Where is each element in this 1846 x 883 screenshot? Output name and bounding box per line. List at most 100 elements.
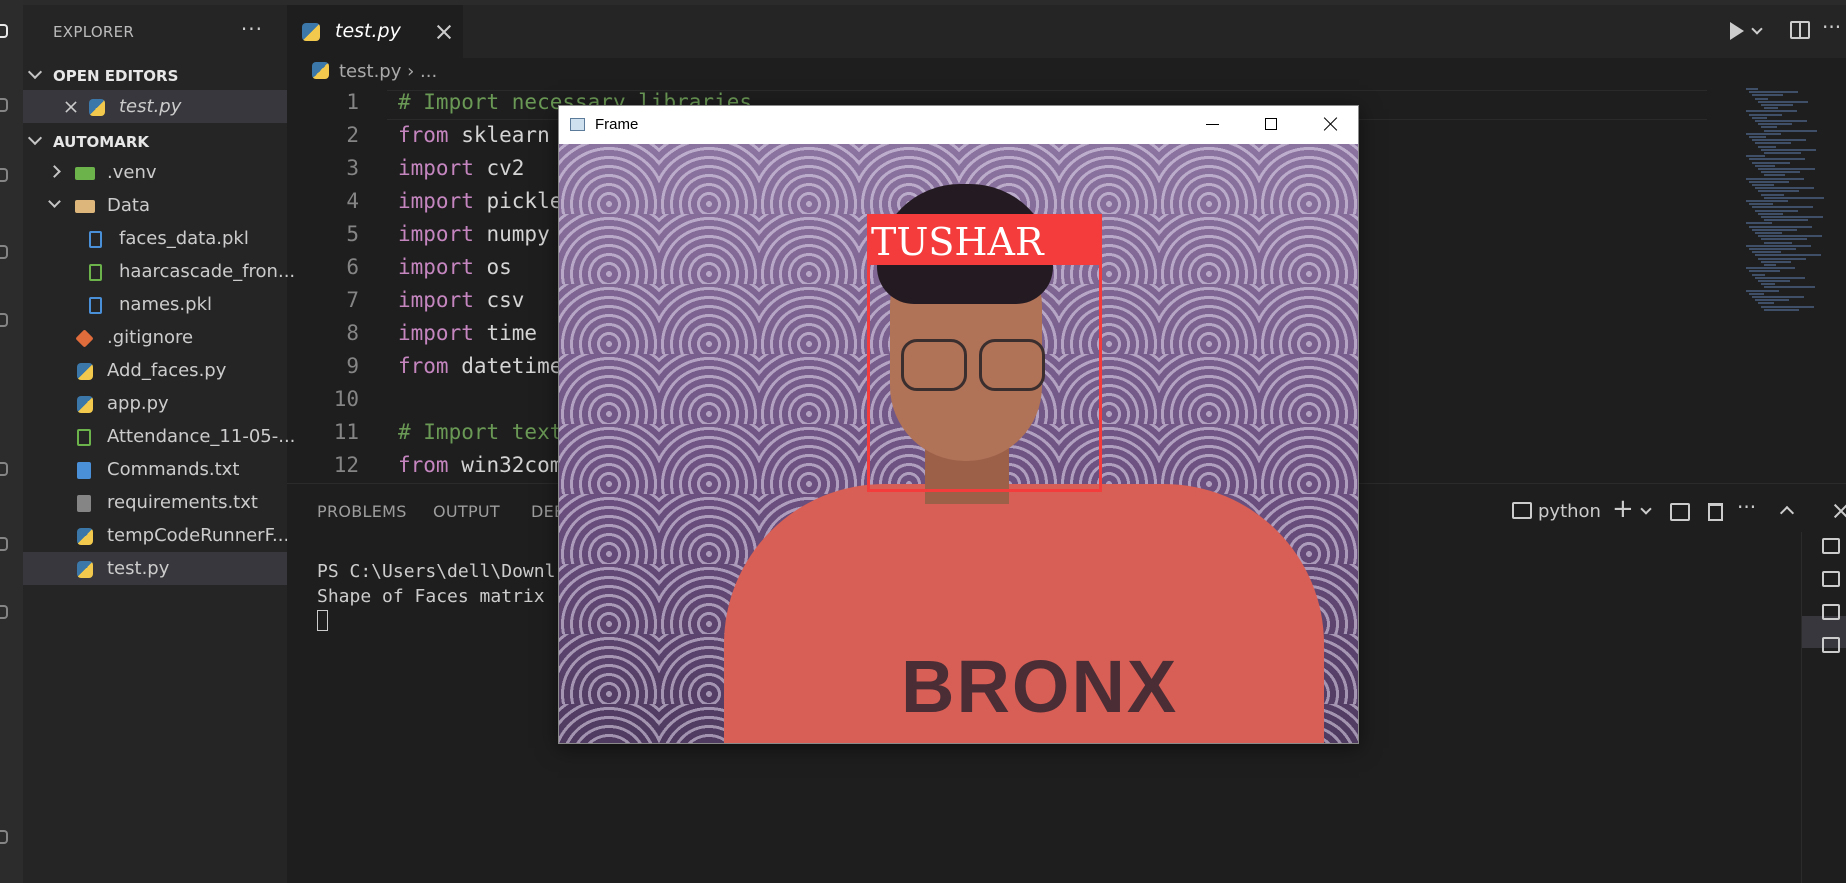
tree-item-label: Attendance_11-05-... bbox=[107, 426, 296, 447]
split-editor-icon[interactable] bbox=[1790, 21, 1810, 39]
more-actions-icon[interactable]: ··· bbox=[1822, 15, 1841, 39]
extensions-activity-icon[interactable] bbox=[0, 313, 8, 327]
minimap-line bbox=[1758, 190, 1799, 193]
testing-activity-icon[interactable] bbox=[0, 537, 8, 551]
frame-window[interactable]: Frame BRONX TUSHAR bbox=[558, 105, 1359, 744]
remote-explorer-activity-icon[interactable] bbox=[0, 462, 8, 476]
minimap-line bbox=[1761, 216, 1823, 218]
tree-item-faces-data[interactable]: faces_data.pkl bbox=[23, 222, 287, 255]
close-icon[interactable] bbox=[65, 101, 78, 114]
minimap[interactable] bbox=[1742, 88, 1832, 318]
code-line: # Import text bbox=[398, 420, 562, 444]
tree-item-names[interactable]: names.pkl bbox=[23, 288, 287, 321]
chevron-down-icon bbox=[48, 195, 61, 208]
minimap-line bbox=[1752, 228, 1797, 231]
source-control-activity-icon[interactable] bbox=[0, 168, 8, 182]
maximize-panel-icon[interactable] bbox=[1779, 505, 1795, 521]
accounts-activity-icon[interactable] bbox=[0, 830, 8, 844]
open-editors-section[interactable]: OPEN EDITORS bbox=[23, 61, 287, 91]
more-actions-icon[interactable]: ··· bbox=[1737, 495, 1756, 519]
tree-item-app[interactable]: app.py bbox=[23, 387, 287, 420]
open-editors-label: OPEN EDITORS bbox=[53, 67, 179, 85]
line-number: 9 bbox=[346, 354, 359, 378]
open-editor-item[interactable]: test.py bbox=[23, 90, 287, 123]
minimap-line bbox=[1755, 120, 1807, 122]
minimap-line bbox=[1758, 212, 1783, 215]
chevron-down-icon[interactable] bbox=[1640, 503, 1652, 515]
new-terminal-icon[interactable]: + bbox=[1612, 494, 1634, 524]
tree-item-label: app.py bbox=[107, 393, 169, 414]
xml-file-icon bbox=[89, 264, 102, 281]
file-icon bbox=[89, 297, 102, 314]
minimap-line bbox=[1761, 193, 1784, 196]
chevron-down-icon bbox=[27, 64, 43, 80]
minimize-icon[interactable] bbox=[1206, 124, 1219, 125]
keyword-token: from bbox=[398, 354, 449, 378]
code-token: os bbox=[473, 255, 512, 279]
code-line: from sklearn bbox=[398, 123, 550, 147]
tree-item-requirements[interactable]: requirements.txt bbox=[23, 486, 287, 519]
chevron-down-icon[interactable] bbox=[1751, 23, 1763, 35]
chevron-right-icon bbox=[48, 165, 61, 178]
tree-item-haarcascade[interactable]: haarcascade_fron... bbox=[23, 255, 295, 288]
camera-feed: BRONX TUSHAR bbox=[559, 144, 1358, 743]
breadcrumb-separator: › bbox=[407, 61, 421, 82]
line-number: 8 bbox=[346, 321, 359, 345]
tree-item-data[interactable]: Data bbox=[23, 189, 287, 222]
minimap-line bbox=[1764, 129, 1817, 132]
maximize-icon[interactable] bbox=[1265, 118, 1277, 130]
tree-item-commands[interactable]: Commands.txt bbox=[23, 453, 287, 486]
trash-icon[interactable] bbox=[1708, 503, 1723, 521]
terminal-instance-icon[interactable] bbox=[1822, 571, 1840, 587]
python-file-icon bbox=[77, 396, 93, 413]
frame-title-bar[interactable]: Frame bbox=[559, 106, 1358, 144]
minimap-line bbox=[1761, 148, 1816, 151]
tab-problems[interactable]: PROBLEMS bbox=[317, 502, 407, 521]
minimap-line bbox=[1755, 232, 1782, 234]
tree-item-gitignore[interactable]: .gitignore bbox=[23, 321, 287, 354]
line-number: 10 bbox=[333, 387, 359, 411]
close-icon[interactable] bbox=[1324, 117, 1338, 131]
minimap-line bbox=[1746, 155, 1765, 158]
folder-icon bbox=[75, 167, 95, 180]
keyword-token: import bbox=[398, 222, 474, 246]
docker-activity-icon[interactable] bbox=[0, 605, 8, 619]
chevron-down-icon bbox=[27, 130, 43, 146]
tab-close-icon[interactable] bbox=[436, 24, 452, 40]
code-line: import pickle bbox=[398, 189, 562, 213]
explorer-activity-icon[interactable] bbox=[0, 24, 8, 38]
minimap-line bbox=[1752, 296, 1804, 298]
terminal-profile[interactable]: python bbox=[1512, 501, 1601, 522]
minimap-line bbox=[1749, 91, 1798, 94]
line-number: 12 bbox=[333, 453, 359, 477]
search-activity-icon[interactable] bbox=[0, 98, 8, 112]
tree-item-venv[interactable]: .venv bbox=[23, 156, 287, 189]
tree-item-tempcoderunner[interactable]: tempCodeRunnerF... bbox=[23, 519, 289, 552]
breadcrumb-file[interactable]: test.py bbox=[339, 61, 401, 82]
close-panel-icon[interactable] bbox=[1833, 503, 1846, 519]
tree-item-attendance[interactable]: Attendance_11-05-... bbox=[23, 420, 295, 453]
terminal-instance-icon[interactable] bbox=[1822, 637, 1840, 653]
tree-item-test[interactable]: test.py bbox=[23, 552, 287, 585]
tree-item-add-faces[interactable]: Add_faces.py bbox=[23, 354, 287, 387]
run-icon[interactable] bbox=[1730, 22, 1744, 40]
tab-output[interactable]: OUTPUT bbox=[433, 502, 500, 521]
split-terminal-icon[interactable] bbox=[1670, 503, 1690, 521]
minimap-line bbox=[1746, 222, 1772, 225]
workspace-section[interactable]: AUTOMARK bbox=[23, 127, 287, 157]
tab-test-py[interactable]: test.py bbox=[287, 5, 463, 58]
terminal-instance-icon[interactable] bbox=[1822, 604, 1840, 620]
terminal-instance-icon[interactable] bbox=[1822, 538, 1840, 554]
file-icon bbox=[89, 231, 102, 248]
activity-bar bbox=[0, 0, 23, 883]
python-file-icon bbox=[312, 62, 329, 79]
breadcrumb-rest[interactable]: ... bbox=[420, 61, 437, 82]
run-debug-activity-icon[interactable] bbox=[0, 245, 8, 259]
explorer-more-icon[interactable]: ··· bbox=[241, 17, 263, 41]
frame-title: Frame bbox=[595, 116, 639, 133]
breadcrumb[interactable]: test.py › ... bbox=[312, 61, 437, 82]
minimap-line bbox=[1746, 132, 1781, 135]
minimap-line bbox=[1746, 88, 1758, 90]
minimap-line bbox=[1752, 251, 1781, 254]
terminal-line: Shape of Faces matrix bbox=[317, 586, 545, 607]
